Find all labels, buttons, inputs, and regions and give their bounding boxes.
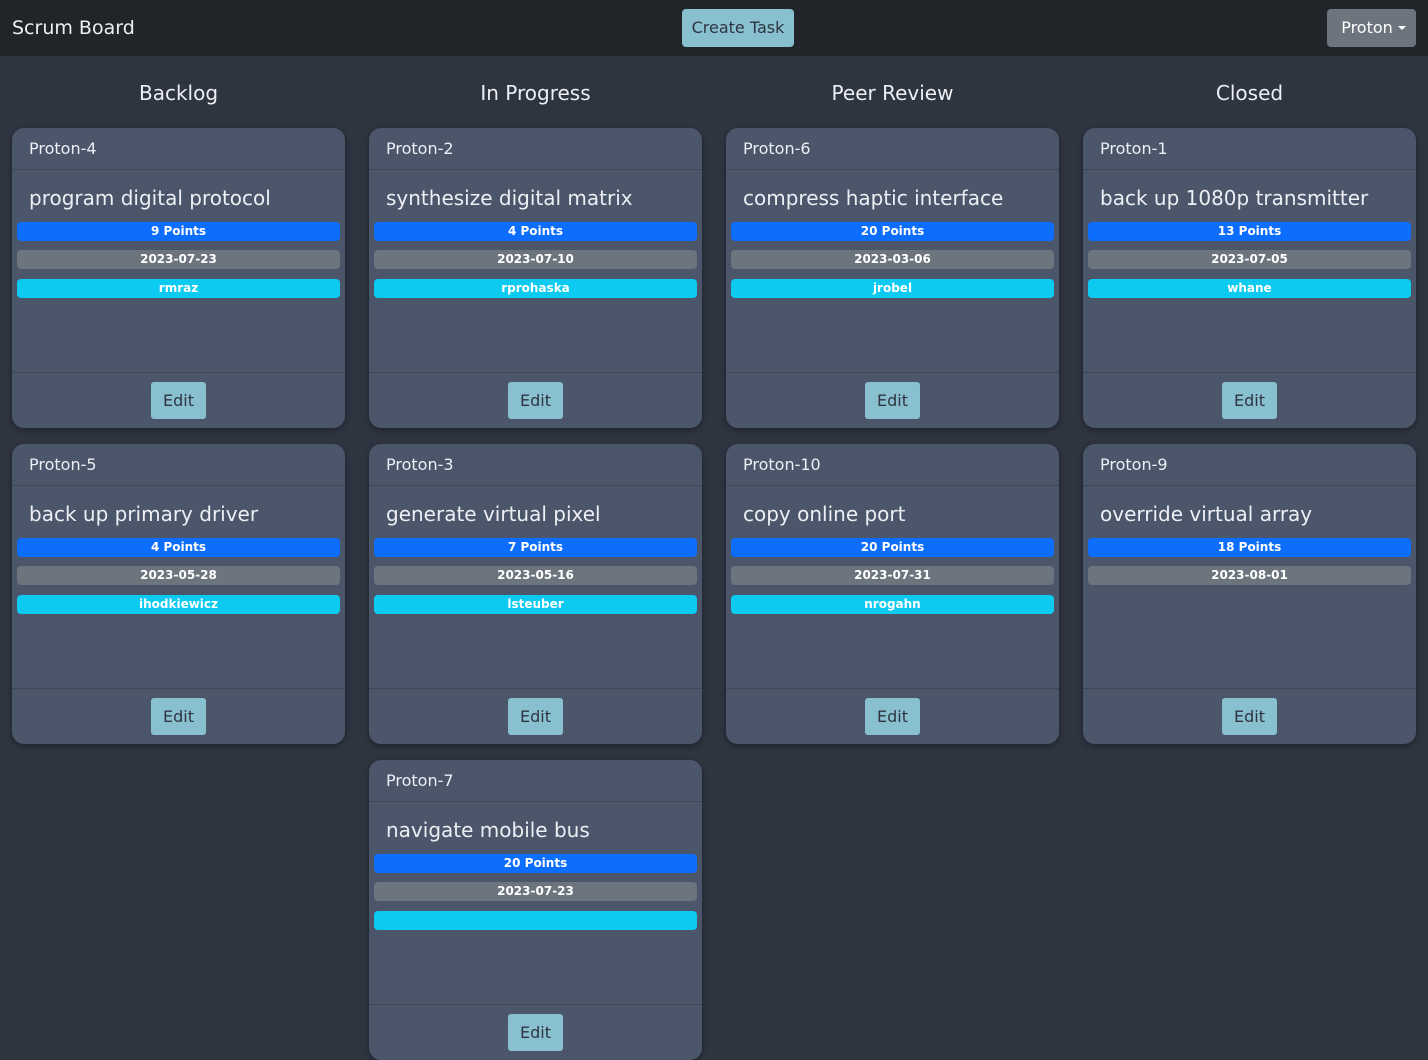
points-badge: 9 Points [17,222,340,241]
task-title: program digital protocol [29,186,271,210]
assignee-badge: whane [1088,279,1411,298]
caret-down-icon [1397,26,1406,30]
task-title: override virtual array [1100,502,1313,526]
task-card: Proton-4 program digital protocol 9 Poin… [12,128,345,428]
column-title: Backlog [138,81,219,105]
edit-button[interactable]: Edit [1222,698,1277,735]
task-title: synthesize digital matrix [386,186,633,210]
card-footer: Edit [726,372,1059,428]
assignee-badge: ihodkiewicz [17,595,340,614]
points-badge: 4 Points [17,538,340,557]
edit-button[interactable]: Edit [508,1014,563,1051]
edit-button[interactable]: Edit [151,382,206,419]
task-card: Proton-6 compress haptic interface 20 Po… [726,128,1059,428]
task-title: compress haptic interface [743,186,1004,210]
task-key: Proton-2 [369,128,702,170]
date-badge: 2023-07-23 [374,882,697,901]
user-menu-label: Proton [1341,18,1393,37]
task-key: Proton-10 [726,444,1059,486]
points-badge: 7 Points [374,538,697,557]
card-footer: Edit [726,688,1059,744]
task-card: Proton-5 back up primary driver 4 Points… [12,444,345,744]
task-key: Proton-4 [12,128,345,170]
card-footer: Edit [1083,372,1416,428]
card-footer: Edit [12,688,345,744]
edit-button[interactable]: Edit [508,698,563,735]
column-title: Peer Review [831,81,954,105]
assignee-badge: rprohaska [374,279,697,298]
points-badge: 20 Points [731,538,1054,557]
task-key: Proton-3 [369,444,702,486]
card-footer: Edit [12,372,345,428]
edit-button[interactable]: Edit [508,382,563,419]
task-key: Proton-7 [369,760,702,802]
date-badge: 2023-03-06 [731,250,1054,269]
task-title: navigate mobile bus [386,818,590,842]
user-menu-button[interactable]: Proton [1327,9,1416,47]
task-key: Proton-6 [726,128,1059,170]
column-title: Closed [1215,81,1284,105]
edit-button[interactable]: Edit [865,382,920,419]
brand-title[interactable]: Scrum Board [12,15,135,41]
points-badge: 18 Points [1088,538,1411,557]
assignee-badge: rmraz [17,279,340,298]
navbar: Scrum Board Create Task Proton [0,0,1428,56]
assignee-badge: nrogahn [731,595,1054,614]
task-key: Proton-9 [1083,444,1416,486]
task-card: Proton-7 navigate mobile bus 20 Points 2… [369,760,702,1060]
task-card: Proton-3 generate virtual pixel 7 Points… [369,444,702,744]
date-badge: 2023-08-01 [1088,566,1411,585]
card-footer: Edit [369,1004,702,1060]
card-footer: Edit [369,688,702,744]
task-key: Proton-5 [12,444,345,486]
date-badge: 2023-07-05 [1088,250,1411,269]
column-title: In Progress [480,81,591,105]
task-title: back up 1080p transmitter [1100,186,1369,210]
task-title: back up primary driver [29,502,259,526]
card-footer: Edit [1083,688,1416,744]
task-card: Proton-2 synthesize digital matrix 4 Poi… [369,128,702,428]
points-badge: 13 Points [1088,222,1411,241]
card-footer: Edit [369,372,702,428]
assignee-badge: lsteuber [374,595,697,614]
points-badge: 20 Points [731,222,1054,241]
date-badge: 2023-07-10 [374,250,697,269]
task-title: generate virtual pixel [386,502,601,526]
assignee-badge: jrobel [731,279,1054,298]
date-badge: 2023-05-16 [374,566,697,585]
edit-button[interactable]: Edit [151,698,206,735]
date-badge: 2023-05-28 [17,566,340,585]
assignee-badge [374,911,697,930]
edit-button[interactable]: Edit [1222,382,1277,419]
points-badge: 20 Points [374,854,697,873]
task-card: Proton-1 back up 1080p transmitter 13 Po… [1083,128,1416,428]
date-badge: 2023-07-31 [731,566,1054,585]
edit-button[interactable]: Edit [865,698,920,735]
points-badge: 4 Points [374,222,697,241]
task-card: Proton-9 override virtual array 18 Point… [1083,444,1416,744]
create-task-button[interactable]: Create Task [682,9,794,47]
task-title: copy online port [743,502,906,526]
date-badge: 2023-07-23 [17,250,340,269]
task-card: Proton-10 copy online port 20 Points 202… [726,444,1059,744]
task-key: Proton-1 [1083,128,1416,170]
